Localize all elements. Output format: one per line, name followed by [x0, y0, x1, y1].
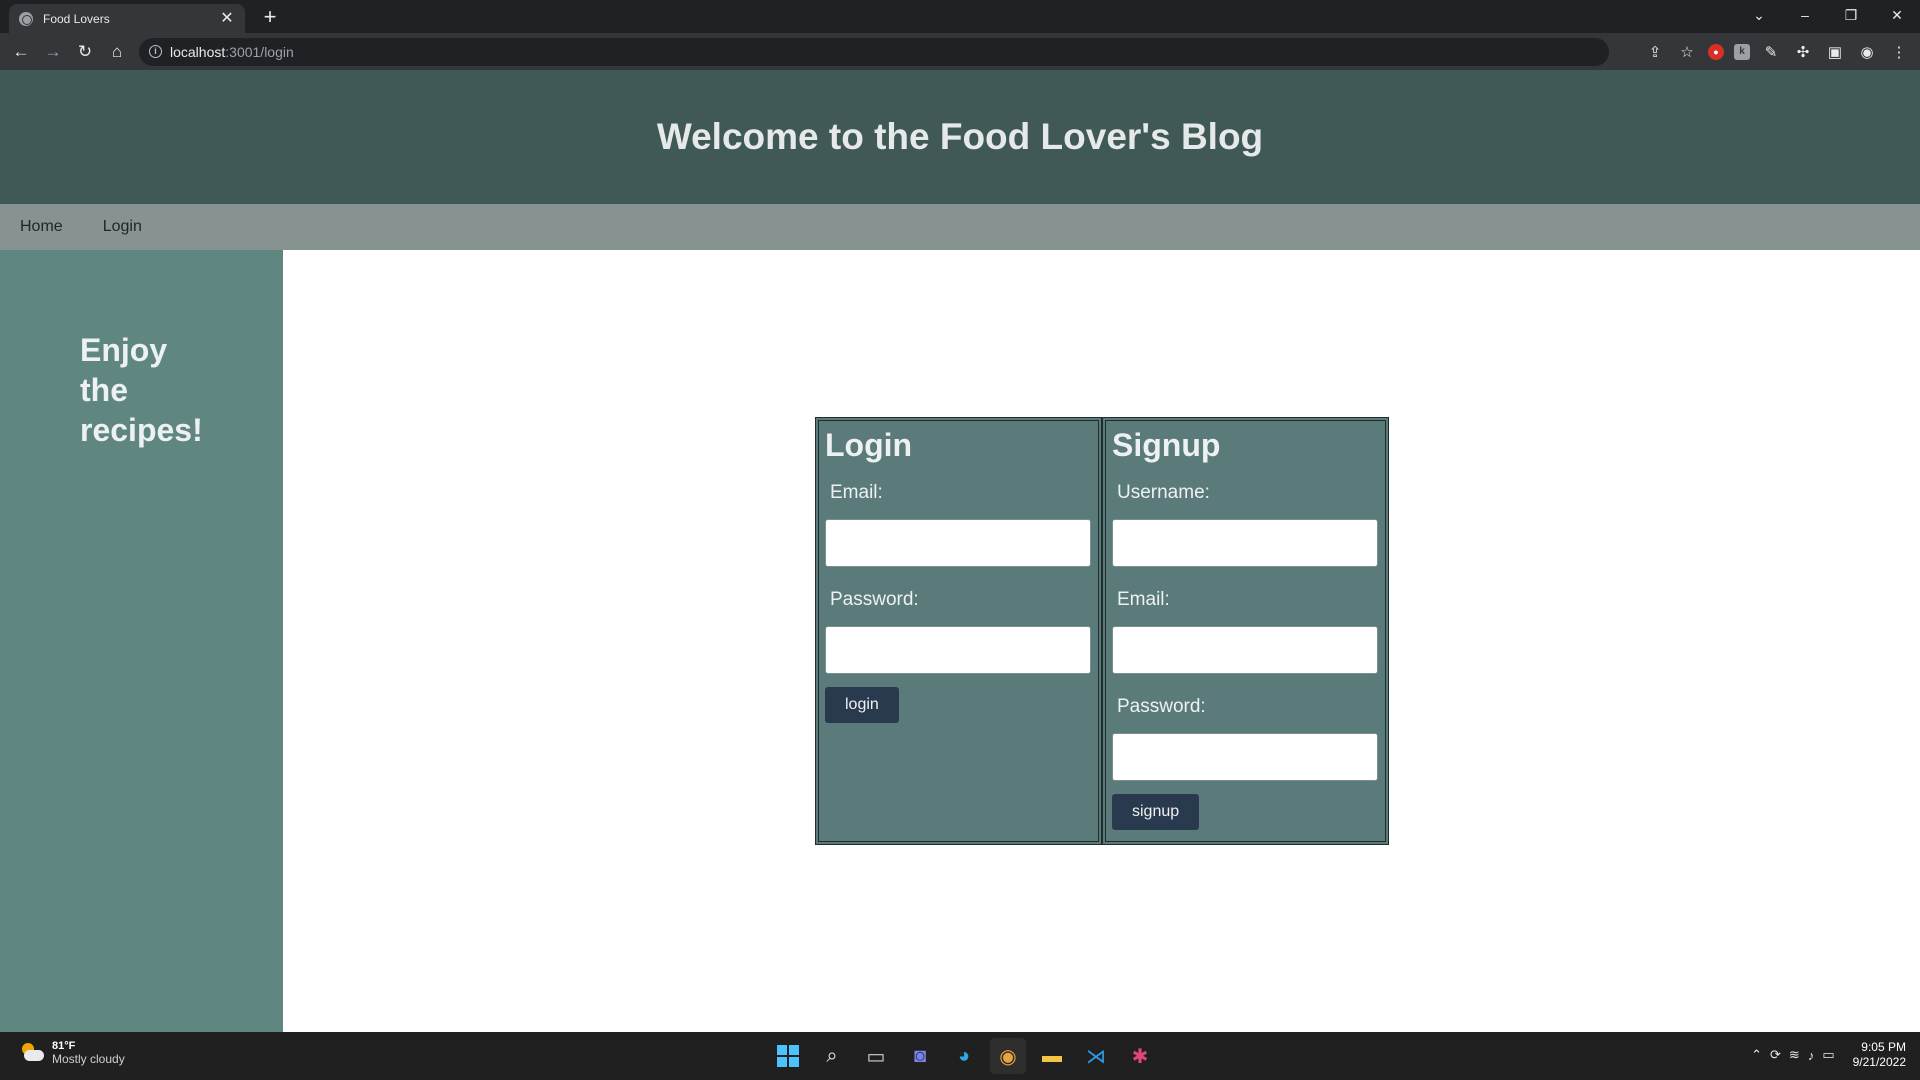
weather-temperature: 81°F [52, 1040, 76, 1052]
chrome-browser-icon[interactable]: ◉ [990, 1038, 1026, 1074]
vscode-icon[interactable]: ⋊ [1078, 1038, 1114, 1074]
nav-link-home[interactable]: Home [20, 218, 63, 236]
site-info-icon[interactable]: i [149, 45, 162, 58]
nav-link-login[interactable]: Login [103, 218, 142, 236]
partly-cloudy-icon [20, 1042, 46, 1064]
profile-avatar-icon[interactable]: ◉ [1856, 41, 1878, 63]
browser-tab-strip: Food Lovers ✕ + ⌄ – ❐ ✕ [0, 0, 1920, 33]
adblock-extension-icon[interactable]: ● [1708, 43, 1724, 60]
bookmark-star-icon[interactable]: ☆ [1676, 41, 1698, 63]
site-header: Welcome to the Food Lover's Blog [0, 70, 1920, 204]
task-view-icon[interactable]: ▭ [858, 1038, 894, 1074]
login-email-label: Email: [830, 482, 883, 503]
restore-button[interactable]: ❐ [1828, 0, 1874, 30]
signup-button[interactable]: signup [1112, 794, 1200, 830]
login-password-field[interactable] [825, 626, 1091, 674]
close-window-button[interactable]: ✕ [1874, 0, 1920, 30]
volume-icon[interactable]: ♪ [1808, 1048, 1815, 1063]
signup-form: Signup Username: Email: Password: signup [1102, 417, 1389, 845]
close-tab-icon[interactable]: ✕ [219, 10, 235, 27]
new-tab-button[interactable]: + [258, 6, 282, 28]
browser-toolbar: ← → ↻ ⌂ i localhost:3001/login ⇪ ☆ ● k ✎… [0, 33, 1920, 70]
signup-email-field[interactable] [1112, 626, 1378, 674]
share-icon[interactable]: ⇪ [1644, 41, 1666, 63]
puzzle-extensions-icon[interactable]: ✣ [1792, 41, 1814, 63]
chevron-up-icon[interactable]: ⌃ [1751, 1047, 1762, 1063]
file-explorer-icon[interactable]: ▬ [1034, 1038, 1070, 1074]
signup-password-label: Password: [1117, 696, 1206, 717]
main-area: Login Email: Password: login Signup User… [283, 250, 1920, 1032]
login-title: Login [825, 427, 913, 463]
clock[interactable]: 9:05 PM 9/21/2022 [1853, 1040, 1906, 1070]
tab-search-icon[interactable]: ⌄ [1736, 0, 1782, 30]
wifi-icon[interactable]: ≋ [1789, 1047, 1800, 1063]
url-host: localhost [170, 43, 226, 60]
login-email-field[interactable] [825, 519, 1091, 567]
page-title: Welcome to the Food Lover's Blog [656, 116, 1264, 157]
web-page: Welcome to the Food Lover's Blog Home Lo… [0, 70, 1920, 1032]
taskbar: 81°F Mostly cloudy ⌕ ▭ ◙ ◕ ◉ ▬ ⋊ ✱ ⌃ ⟳ ≋… [0, 1032, 1920, 1080]
forms-container: Login Email: Password: login Signup User… [815, 417, 1389, 845]
search-icon[interactable]: ⌕ [814, 1038, 850, 1074]
slack-icon[interactable]: ✱ [1122, 1038, 1158, 1074]
login-button[interactable]: login [825, 687, 899, 723]
content-area: Enjoy the recipes! Login Email: Password… [0, 250, 1920, 1032]
back-arrow-icon[interactable]: ← [5, 36, 37, 68]
home-icon[interactable]: ⌂ [101, 36, 133, 68]
extension-icon[interactable]: k [1734, 43, 1750, 60]
edge-browser-icon[interactable]: ◕ [946, 1038, 982, 1074]
site-nav: Home Login [0, 204, 1920, 250]
tab-title: Food Lovers [43, 11, 110, 26]
sidebar: Enjoy the recipes! [0, 250, 283, 1032]
signup-username-field[interactable] [1112, 519, 1378, 567]
signup-username-label: Username: [1117, 482, 1210, 503]
login-form: Login Email: Password: login [815, 417, 1102, 845]
clock-time: 9:05 PM [1861, 1040, 1906, 1054]
signup-email-label: Email: [1117, 589, 1170, 610]
side-panel-icon[interactable]: ▣ [1824, 41, 1846, 63]
start-button[interactable] [770, 1038, 806, 1074]
windows-logo-icon [777, 1045, 799, 1067]
weather-condition: Mostly cloudy [52, 1052, 125, 1066]
browser-tab[interactable]: Food Lovers ✕ [9, 4, 245, 33]
signup-title: Signup [1112, 427, 1221, 463]
minimize-button[interactable]: – [1782, 0, 1828, 30]
battery-icon[interactable]: ▭ [1822, 1047, 1834, 1063]
sidebar-heading: Enjoy the recipes! [80, 332, 203, 448]
globe-icon [19, 11, 33, 26]
weather-widget[interactable]: 81°F Mostly cloudy [20, 1040, 125, 1066]
clock-date: 9/21/2022 [1852, 1055, 1906, 1069]
address-bar[interactable]: i localhost:3001/login [139, 37, 1609, 66]
signup-password-field[interactable] [1112, 733, 1378, 781]
menu-kebab-icon[interactable]: ⋮ [1888, 41, 1910, 63]
chat-icon[interactable]: ◙ [902, 1038, 938, 1074]
window-controls: ⌄ – ❐ ✕ [1736, 0, 1920, 33]
reload-icon[interactable]: ↻ [69, 36, 101, 68]
forward-arrow-icon[interactable]: → [37, 36, 69, 68]
url-path: :3001/login [225, 43, 294, 60]
extensions-area: ⇪ ☆ ● k ✎ ✣ ▣ ◉ ⋮ [1644, 37, 1910, 66]
system-tray: ⌃ ⟳ ≋ ♪ ▭ 9:05 PM 9/21/2022 [1751, 1040, 1906, 1070]
pen-extension-icon[interactable]: ✎ [1760, 41, 1782, 63]
taskbar-apps: ⌕ ▭ ◙ ◕ ◉ ▬ ⋊ ✱ [770, 1038, 1158, 1074]
sync-icon[interactable]: ⟳ [1770, 1047, 1781, 1063]
login-password-label: Password: [830, 589, 919, 610]
